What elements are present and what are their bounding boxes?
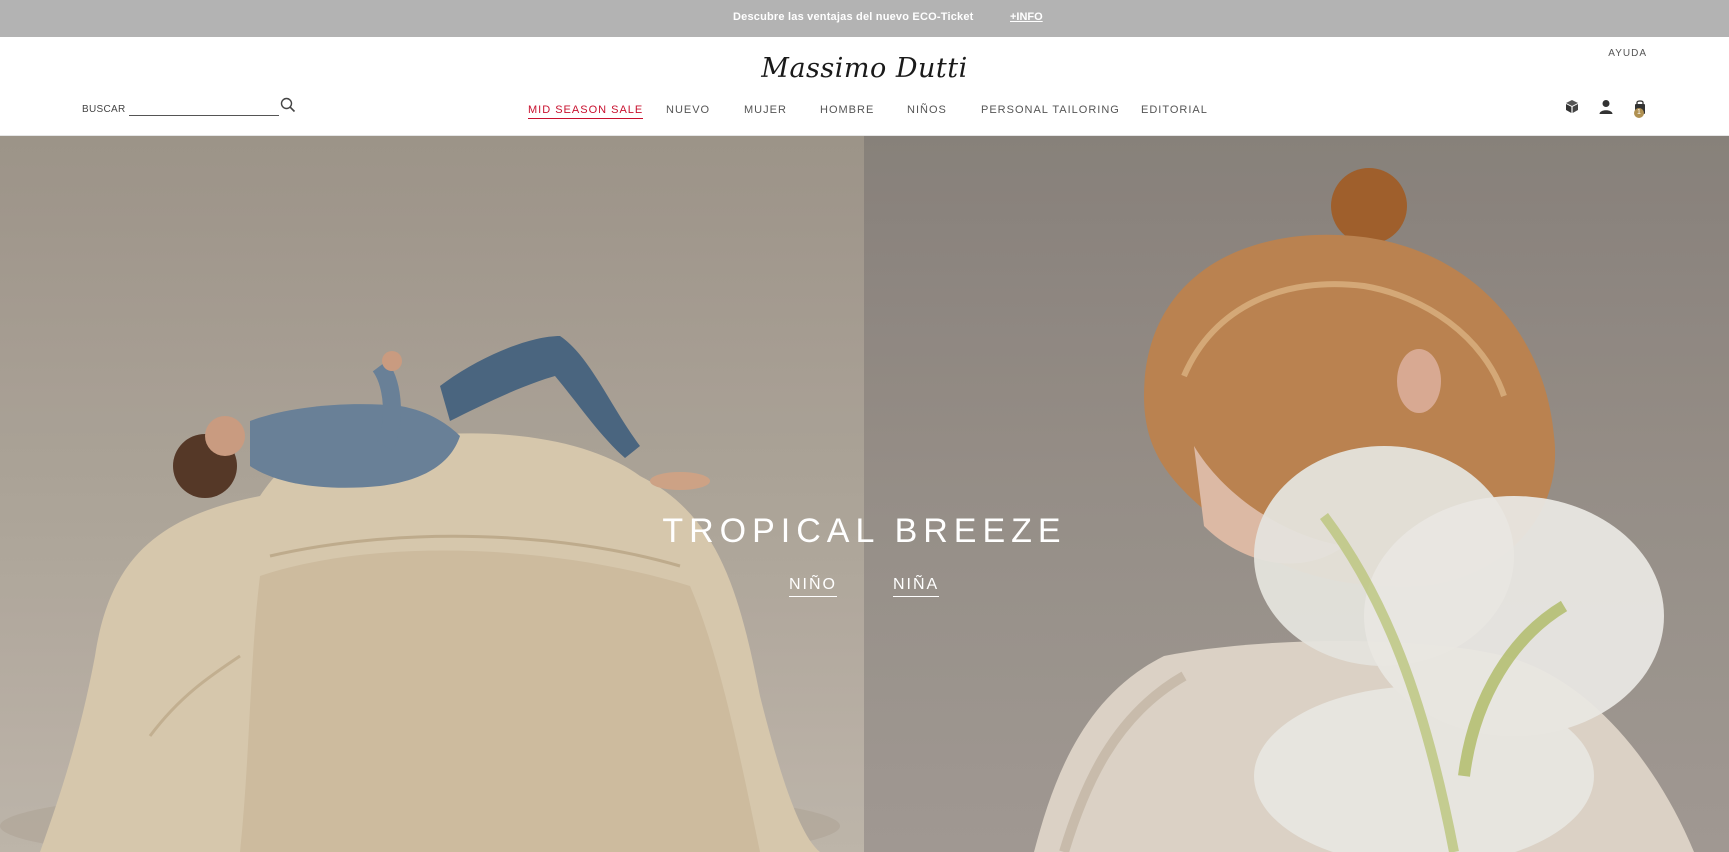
box-icon[interactable] [1563,98,1581,116]
site-header: AYUDA Massimo Dutti BUSCAR MID SEASON SA… [0,37,1729,136]
promo-bar: Descubre las ventajas del nuevo ECO-Tick… [0,0,1729,37]
nav-item-ninos[interactable]: NIÑOS [907,104,947,116]
nav-item-personal-tailoring[interactable]: PERSONAL TAILORING [981,104,1120,116]
promo-text: Descubre las ventajas del nuevo ECO-Tick… [733,11,974,23]
shopping-bag-icon[interactable]: 1 [1631,98,1649,118]
hero-link-nina[interactable]: NIÑA [893,576,940,597]
header-actions: 1 [1563,98,1649,118]
nav-item-editorial[interactable]: EDITORIAL [1141,104,1208,116]
user-icon[interactable] [1597,98,1615,116]
hero-link-nino[interactable]: NIÑO [789,576,837,597]
nav-item-mujer[interactable]: MUJER [744,104,787,116]
search-input[interactable] [129,101,280,116]
hero-banner[interactable]: TROPICAL BREEZE NIÑO NIÑA [0,136,1729,852]
search-label: BUSCAR [82,104,126,115]
search-icon[interactable] [279,96,297,114]
brand-logo[interactable]: Massimo Dutti [0,53,1729,84]
nav-item-hombre[interactable]: HOMBRE [820,104,874,116]
cart-count-badge: 1 [1634,108,1644,118]
hero-image-boy [0,136,864,852]
search-box: BUSCAR [82,96,297,116]
hero-title: TROPICAL BREEZE [662,512,1067,550]
nav-item-nuevo[interactable]: NUEVO [666,104,710,116]
nav-item-mid-season-sale[interactable]: MID SEASON SALE [528,104,644,119]
promo-info-link[interactable]: +INFO [1010,11,1043,23]
hero-image-girl [864,136,1729,852]
